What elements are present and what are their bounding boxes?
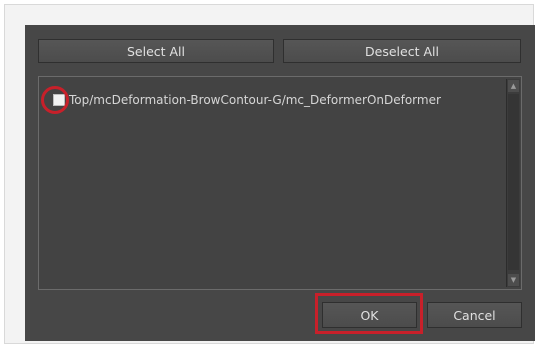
select-all-button[interactable]: Select All bbox=[38, 39, 274, 63]
cancel-button[interactable]: Cancel bbox=[427, 302, 522, 328]
ok-button[interactable]: OK bbox=[322, 302, 417, 328]
item-checkbox[interactable] bbox=[53, 94, 65, 106]
list-item[interactable]: Top/mcDeformation-BrowContour-G/mc_Defor… bbox=[53, 90, 441, 110]
deselect-all-button[interactable]: Deselect All bbox=[283, 39, 521, 63]
vertical-scrollbar[interactable]: ▲ ▼ bbox=[506, 79, 520, 287]
deformer-list[interactable]: Top/mcDeformation-BrowContour-G/mc_Defor… bbox=[38, 76, 522, 290]
deformer-selection-dialog: Select All Deselect All Top/mcDeformatio… bbox=[25, 25, 535, 341]
scroll-down-icon[interactable]: ▼ bbox=[508, 274, 519, 286]
list-item-label: Top/mcDeformation-BrowContour-G/mc_Defor… bbox=[69, 93, 441, 107]
screenshot-frame: Select All Deselect All Top/mcDeformatio… bbox=[4, 4, 535, 344]
scroll-up-icon[interactable]: ▲ bbox=[508, 80, 519, 92]
scroll-track[interactable] bbox=[508, 94, 519, 270]
